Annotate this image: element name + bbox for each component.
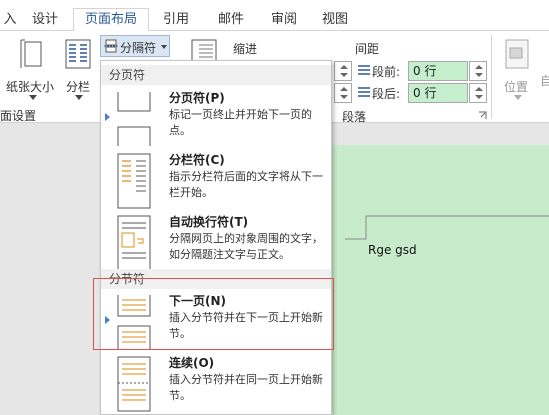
column-break-icon (117, 153, 151, 209)
dialog-launcher-icon[interactable] (478, 111, 487, 120)
tab-page-layout[interactable]: 页面布局 (73, 8, 149, 32)
tab-review[interactable]: 审阅 (264, 9, 304, 31)
text-wrapping-break-desc: 分隔网页上的对象周围的文字，如分隔题注文字与正文。 (169, 232, 323, 261)
tab-mailings[interactable]: 邮件 (211, 9, 251, 31)
margin-corner-mark (345, 215, 549, 240)
chevron-down-icon (514, 95, 522, 100)
arrow-marker-icon (105, 113, 110, 121)
continuous-title: 连续(O) (169, 356, 215, 370)
indent-right-stepper[interactable] (334, 83, 352, 103)
page-break-desc: 标记一页终止并开始下一页的点。 (169, 108, 312, 137)
paper-size-button[interactable]: 纸张大小 (6, 37, 58, 101)
wrap-text-label: 自 (540, 74, 549, 88)
space-after-label: 段后: (372, 87, 401, 101)
column-break-desc: 指示分栏符后面的文字将从下一栏开始。 (169, 170, 323, 199)
page-break-title: 分页符(P) (169, 91, 225, 105)
text-wrapping-break-title: 自动换行符(T) (169, 215, 249, 229)
menu-item-page-break[interactable]: 分页符(P) 标记一页终止并开始下一页的点。 (101, 87, 331, 152)
indent-label: 缩进 (233, 42, 258, 56)
menu-item-text-wrapping-break[interactable]: 自动换行符(T) 分隔网页上的对象周围的文字，如分隔题注文字与正文。 (101, 211, 331, 276)
document-text[interactable]: Rge gsd (368, 243, 417, 257)
page-breaks-header: 分页符 (101, 65, 331, 85)
document-page[interactable] (330, 145, 549, 415)
space-after-stepper[interactable] (469, 83, 487, 103)
breaks-button[interactable]: 分隔符 (100, 35, 170, 57)
continuous-desc: 插入分节符并在同一页上开始新节。 (169, 373, 323, 402)
chevron-down-icon (161, 45, 167, 49)
breaks-dropdown: 分页符 分页符(P) 标记一页终止并开始下一页的点。 分栏符(C) 指示分栏符后… (100, 60, 332, 415)
position-label: 位置 (504, 80, 529, 94)
columns-button[interactable]: 分栏 (62, 37, 96, 101)
columns-icon (65, 39, 91, 69)
space-after-field[interactable]: 0 行 (408, 83, 468, 103)
page-setup-group-label: 面设置 (0, 109, 37, 123)
paper-size-icon (20, 39, 42, 68)
space-before-icon (358, 65, 370, 75)
space-before-stepper[interactable] (469, 61, 487, 81)
position-button[interactable]: 位置 (500, 37, 536, 101)
text-wrapping-break-icon (117, 215, 151, 271)
breaks-icon (104, 39, 118, 53)
columns-label: 分栏 (66, 80, 91, 94)
menu-item-continuous[interactable]: 连续(O) 插入分节符并在同一页上开始新节。 (101, 352, 331, 414)
page-break-icon (117, 92, 151, 146)
column-break-title: 分栏符(C) (169, 153, 225, 167)
space-after-icon (358, 87, 370, 97)
tab-view[interactable]: 视图 (315, 9, 355, 31)
tab-design[interactable]: 设计 (24, 9, 66, 31)
space-before-field[interactable]: 0 行 (408, 61, 468, 81)
menu-item-column-break[interactable]: 分栏符(C) 指示分栏符后面的文字将从下一栏开始。 (101, 149, 331, 214)
indent-left-stepper[interactable] (334, 61, 352, 81)
spacing-label: 间距 (355, 42, 380, 56)
highlight-box (93, 278, 334, 350)
space-before-label: 段前: (372, 65, 401, 79)
paper-size-label: 纸张大小 (6, 80, 55, 94)
breaks-label: 分隔符 (120, 41, 157, 55)
tab-insert[interactable]: 入 (0, 9, 20, 31)
ribbon-divider (491, 35, 492, 119)
tab-references[interactable]: 引用 (156, 9, 196, 31)
continuous-break-icon (117, 356, 151, 412)
chevron-down-icon (29, 95, 37, 100)
ribbon-tab-bar: 入 设计 页面布局 引用 邮件 审阅 视图 (0, 0, 549, 32)
chevron-down-icon (75, 95, 83, 100)
position-icon (505, 39, 529, 69)
